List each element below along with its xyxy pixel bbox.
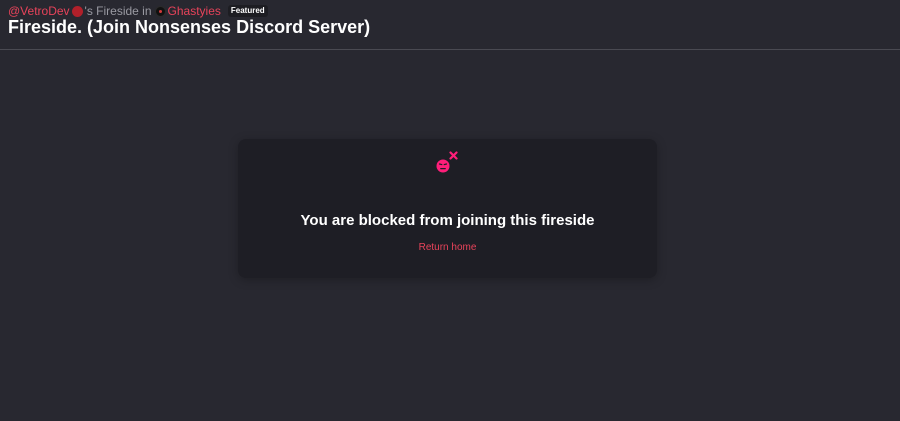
fireside-header: @VetroDev 's Fireside in Ghastyies Featu… (0, 0, 900, 50)
blocked-card: You are blocked from joining this firesi… (238, 139, 657, 278)
featured-badge: Featured (227, 5, 268, 17)
community-avatar-icon[interactable] (154, 5, 166, 17)
user-avatar-icon[interactable] (71, 5, 83, 17)
community-name-link[interactable]: Ghastyies (168, 4, 221, 18)
fireside-suffix-text: 's Fireside in (84, 4, 152, 18)
page-title: Fireside. (Join Nonsenses Discord Server… (8, 17, 371, 37)
blocked-face-icon (436, 151, 458, 173)
return-home-link[interactable]: Return home (238, 242, 657, 253)
user-handle-link[interactable]: @VetroDev (8, 4, 70, 18)
blocked-message: You are blocked from joining this firesi… (300, 212, 595, 229)
